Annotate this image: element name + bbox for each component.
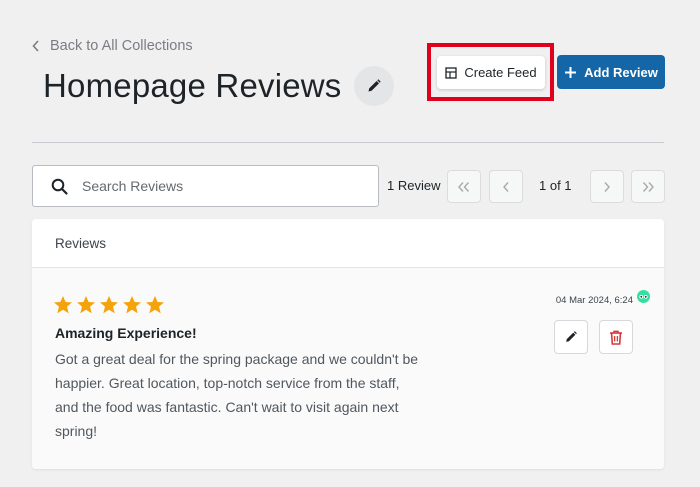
star-rating — [53, 295, 165, 315]
pencil-icon — [368, 79, 381, 92]
create-feed-button[interactable]: Create Feed — [437, 56, 545, 89]
review-body: Got a great deal for the spring package … — [55, 351, 419, 439]
pencil-icon — [566, 331, 577, 342]
review-count: 1 Review — [387, 178, 441, 193]
trash-icon — [610, 330, 622, 345]
star-icon — [77, 296, 95, 314]
add-review-button[interactable]: Add Review — [557, 55, 665, 89]
edit-review-button[interactable] — [554, 320, 588, 354]
header-divider — [32, 142, 664, 143]
star-icon — [123, 296, 141, 314]
star-icon — [146, 296, 164, 314]
star-icon — [54, 296, 72, 314]
first-page-button[interactable] — [447, 170, 481, 203]
back-link-label: Back to All Collections — [50, 38, 193, 54]
reviews-card: Reviews Amazing Experience! Got a great … — [32, 219, 664, 469]
search-box[interactable] — [32, 165, 379, 207]
back-to-collections-link[interactable]: Back to All Collections — [31, 38, 193, 54]
double-chevron-right-icon — [642, 181, 654, 192]
last-page-button[interactable] — [631, 170, 665, 203]
delete-review-button[interactable] — [599, 320, 633, 354]
review-item: Amazing Experience! Got a great deal for… — [32, 268, 664, 469]
reviews-card-header: Reviews — [32, 219, 664, 268]
create-feed-label: Create Feed — [464, 65, 537, 80]
next-page-button[interactable] — [590, 170, 624, 203]
tripadvisor-icon — [637, 290, 650, 303]
previous-page-button[interactable] — [489, 170, 523, 203]
review-date: 04 Mar 2024, 6:24 — [555, 295, 633, 306]
chevron-left-icon — [503, 181, 509, 192]
collection-page: Back to All Collections Homepage Reviews… — [0, 0, 700, 487]
double-chevron-left-icon — [458, 181, 470, 192]
title-row: Homepage Reviews — [43, 66, 394, 106]
star-icon — [100, 296, 118, 314]
search-icon — [51, 178, 68, 195]
page-title: Homepage Reviews — [43, 67, 342, 104]
page-indicator: 1 of 1 — [539, 178, 572, 193]
chevron-left-icon — [32, 40, 39, 52]
add-review-label: Add Review — [584, 64, 658, 80]
plus-icon — [565, 66, 577, 78]
review-title: Amazing Experience! — [55, 325, 197, 341]
edit-title-button[interactable] — [353, 66, 394, 106]
search-input[interactable] — [82, 178, 342, 194]
table-icon — [445, 66, 458, 79]
chevron-right-icon — [604, 181, 610, 192]
